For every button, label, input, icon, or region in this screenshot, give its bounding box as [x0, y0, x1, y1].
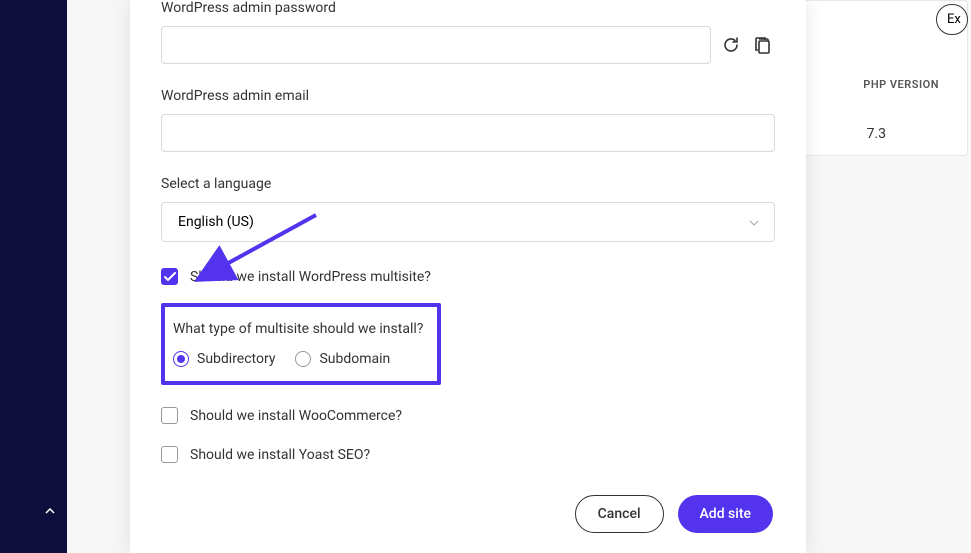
multisite-checkbox-label: Should we install WordPress multisite? — [190, 269, 431, 285]
regenerate-password-icon[interactable] — [719, 33, 743, 57]
radio-subdomain[interactable]: Subdomain — [295, 351, 390, 367]
yoast-checkbox[interactable] — [161, 446, 178, 463]
password-input[interactable] — [161, 26, 711, 64]
php-version-value: 7.3 — [867, 126, 886, 142]
app-sidebar — [0, 0, 67, 553]
sidebar-expand-icon[interactable] — [45, 502, 55, 518]
woocommerce-checkbox-label: Should we install WooCommerce? — [190, 408, 402, 424]
email-label: WordPress admin email — [161, 88, 775, 104]
radio-subdomain-label: Subdomain — [319, 351, 390, 367]
radio-subdirectory[interactable]: Subdirectory — [173, 351, 275, 367]
yoast-checkbox-label: Should we install Yoast SEO? — [190, 447, 370, 463]
copy-password-icon[interactable] — [751, 33, 775, 57]
multisite-type-section: What type of multisite should we install… — [161, 303, 441, 385]
modal-footer: Cancel Add site — [130, 475, 806, 553]
export-button[interactable]: Ex — [936, 4, 968, 35]
multisite-checkbox[interactable] — [161, 268, 178, 285]
add-site-modal: WordPress admin password WordPress admin… — [130, 0, 806, 553]
language-label: Select a language — [161, 176, 775, 192]
email-input[interactable] — [161, 114, 775, 152]
php-version-column-header: PHP VERSION — [863, 78, 939, 91]
multisite-type-label: What type of multisite should we install… — [173, 321, 429, 337]
password-label: WordPress admin password — [161, 0, 775, 16]
language-select[interactable] — [161, 202, 775, 242]
radio-subdomain-control[interactable] — [295, 351, 311, 367]
woocommerce-checkbox[interactable] — [161, 407, 178, 424]
radio-subdirectory-label: Subdirectory — [197, 351, 275, 367]
radio-subdirectory-control[interactable] — [173, 351, 189, 367]
add-site-button[interactable]: Add site — [678, 495, 773, 533]
cancel-button[interactable]: Cancel — [575, 495, 664, 533]
